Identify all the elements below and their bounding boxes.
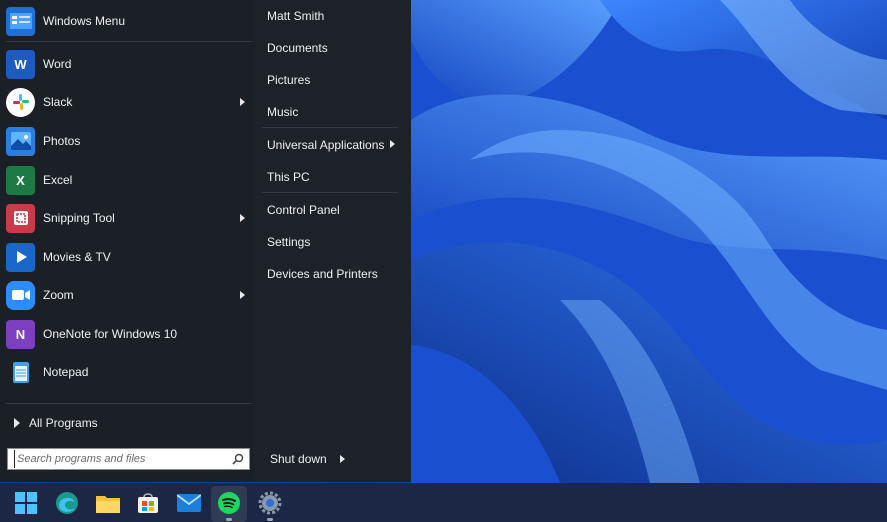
windows-menu-icon (6, 6, 35, 36)
microsoft-store-icon[interactable] (134, 489, 162, 517)
place-devices-printers[interactable]: Devices and Printers (267, 267, 378, 281)
place-documents[interactable]: Documents (267, 41, 328, 55)
movies-tv-icon (6, 242, 35, 272)
submenu-arrow-icon (390, 140, 395, 148)
slack-icon (6, 87, 35, 117)
app-label: Windows Menu (43, 14, 126, 28)
notepad-icon (6, 358, 35, 387)
app-item-word[interactable]: W Word (0, 45, 253, 83)
submenu-arrow-icon (240, 291, 245, 299)
search-input[interactable] (14, 450, 232, 468)
search-icon[interactable] (232, 453, 244, 465)
place-settings[interactable]: Settings (267, 235, 310, 249)
running-indicator (267, 518, 273, 521)
separator (262, 127, 398, 128)
windows-start-icon[interactable] (12, 489, 40, 517)
app-item-windows-menu[interactable]: Windows Menu (0, 2, 253, 40)
app-label: Excel (43, 173, 73, 187)
submenu-arrow-icon (240, 98, 245, 106)
snipping-tool-icon (6, 203, 35, 233)
app-item-excel[interactable]: X Excel (0, 161, 253, 199)
place-user-folder[interactable]: Matt Smith (267, 9, 324, 23)
place-this-pc[interactable]: This PC (267, 170, 310, 184)
app-item-slack[interactable]: Slack (0, 83, 253, 121)
spotify-icon[interactable] (215, 489, 243, 517)
all-programs-label: All Programs (29, 416, 98, 430)
mail-icon[interactable] (175, 489, 203, 517)
edge-icon[interactable] (53, 489, 81, 517)
file-explorer-icon[interactable] (94, 489, 122, 517)
running-indicator (226, 518, 232, 521)
app-label: Zoom (43, 288, 74, 302)
app-item-photos[interactable]: Photos (0, 122, 253, 160)
app-label: Slack (43, 95, 73, 109)
app-item-onenote[interactable]: N OneNote for Windows 10 (0, 315, 253, 353)
app-item-movies-tv[interactable]: Movies & TV (0, 238, 253, 276)
app-item-notepad[interactable]: Notepad (0, 353, 253, 391)
excel-icon: X (6, 165, 35, 195)
search-box[interactable] (7, 448, 250, 470)
shutdown-button[interactable]: Shut down (270, 452, 327, 466)
app-label: Notepad (43, 365, 89, 379)
app-label: Snipping Tool (43, 211, 115, 225)
zoom-icon (6, 280, 35, 310)
place-control-panel[interactable]: Control Panel (267, 203, 340, 217)
photos-icon (6, 126, 35, 156)
app-label: OneNote for Windows 10 (43, 327, 178, 341)
shutdown-options-arrow-icon[interactable] (340, 455, 345, 463)
expand-arrow-icon (14, 418, 20, 428)
app-item-snipping-tool[interactable]: Snipping Tool (0, 199, 253, 237)
place-pictures[interactable]: Pictures (267, 73, 310, 87)
onenote-icon: N (6, 319, 35, 349)
separator (262, 192, 398, 193)
separator (6, 41, 252, 42)
settings-gear-icon[interactable] (256, 489, 284, 517)
app-label: Photos (43, 134, 81, 148)
separator (6, 403, 252, 404)
place-music[interactable]: Music (267, 105, 298, 119)
app-label: Movies & TV (43, 250, 111, 264)
place-universal-applications[interactable]: Universal Applications (267, 138, 384, 152)
submenu-arrow-icon (240, 214, 245, 222)
word-icon: W (6, 49, 35, 79)
all-programs-button[interactable]: All Programs (14, 416, 98, 430)
app-label: Word (43, 57, 72, 71)
app-item-zoom[interactable]: Zoom (0, 276, 253, 314)
